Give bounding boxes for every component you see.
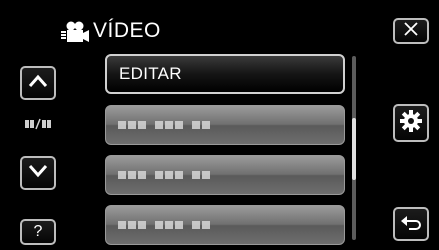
close-button[interactable] — [393, 18, 429, 44]
scrollbar-thumb[interactable] — [352, 118, 356, 180]
menu-item-label: EDITAR — [119, 64, 182, 83]
settings-button[interactable] — [393, 104, 429, 142]
chevron-up-icon — [28, 74, 48, 93]
menu-item[interactable] — [105, 155, 345, 195]
menu-item-placeholder — [118, 171, 210, 179]
menu-item-placeholder — [118, 221, 210, 229]
page-title: VÍDEO — [93, 19, 161, 42]
menu-item[interactable] — [105, 105, 345, 145]
help-button[interactable]: ? — [20, 219, 56, 245]
menu-item-editar[interactable]: EDITAR — [105, 54, 345, 94]
help-label: ? — [33, 223, 43, 240]
video-camera-icon — [60, 21, 90, 43]
page-indicator — [20, 118, 56, 134]
close-icon — [403, 21, 419, 42]
menu-item-placeholder — [118, 121, 210, 129]
chevron-down-icon — [28, 164, 48, 183]
scroll-up-button[interactable] — [20, 66, 56, 100]
back-button[interactable] — [393, 207, 429, 241]
gear-icon — [400, 109, 422, 137]
scroll-down-button[interactable] — [20, 156, 56, 190]
return-arrow-icon — [400, 213, 422, 236]
page-indicator-icon — [25, 117, 51, 135]
menu-item[interactable] — [105, 205, 345, 245]
